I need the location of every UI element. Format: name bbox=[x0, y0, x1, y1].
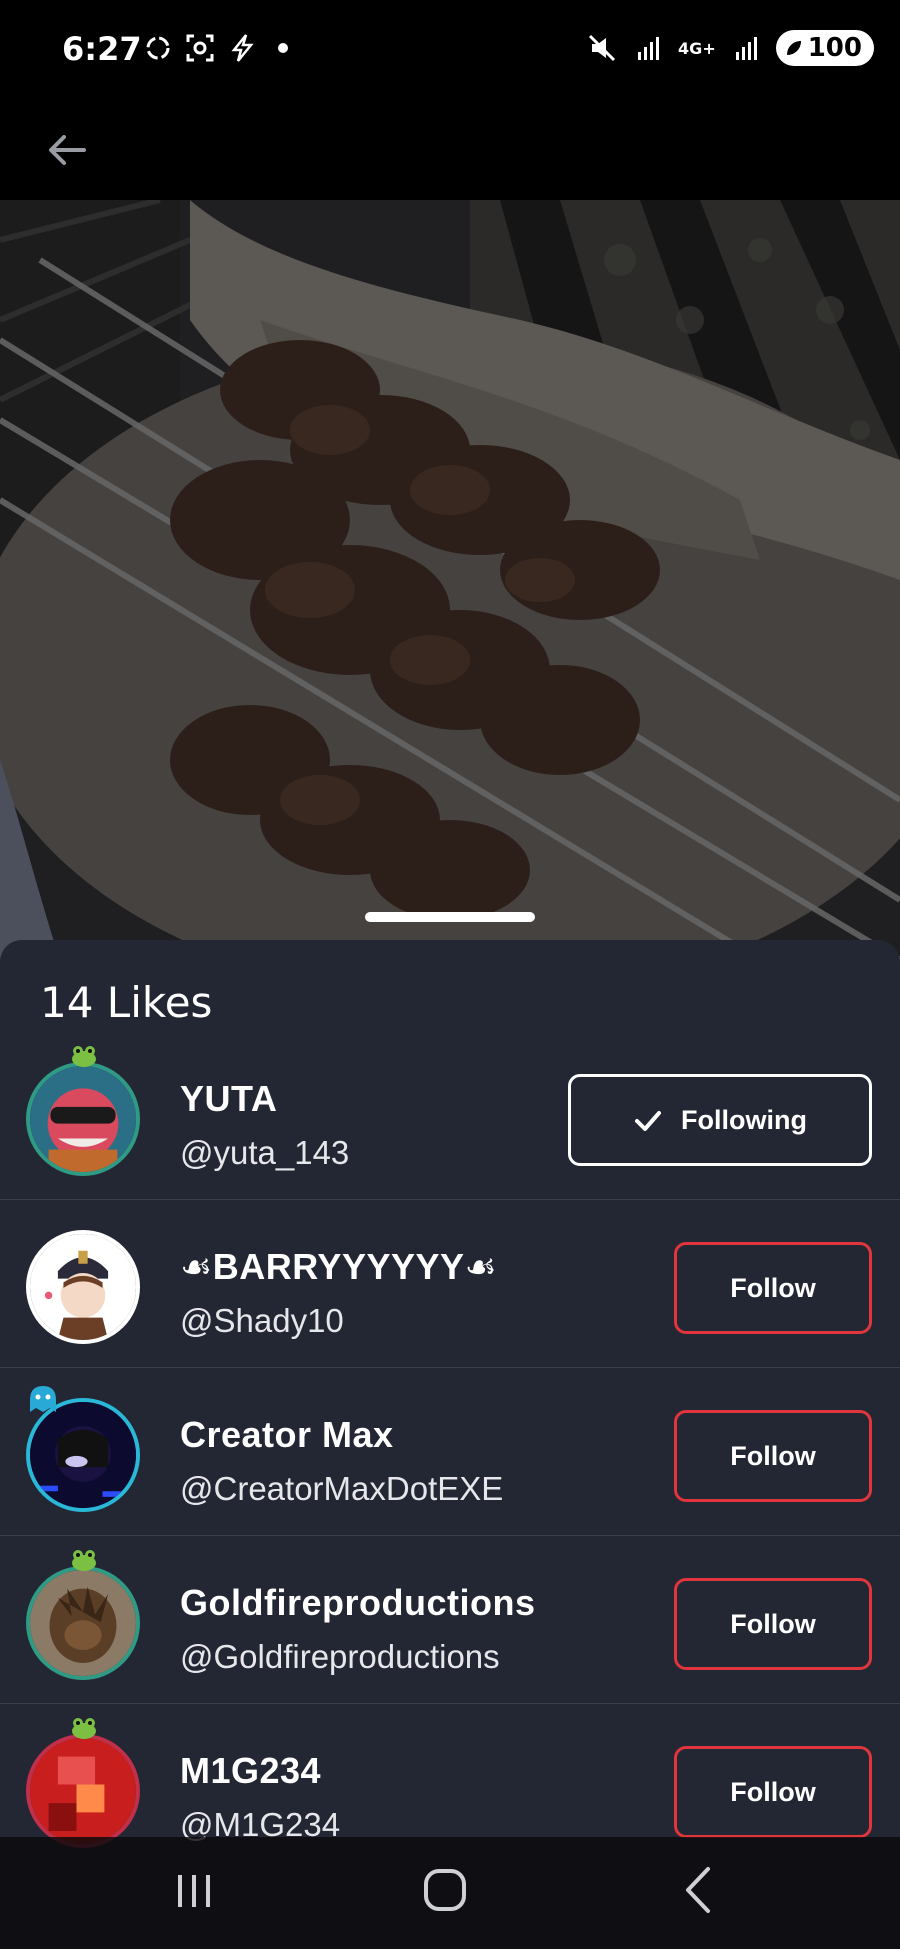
battery-indicator: 100 bbox=[775, 30, 874, 66]
display-name: Goldfireproductions bbox=[180, 1582, 536, 1623]
screen: 6:27 4G+ 100 14 Likes YUTA @yuta_143 Fol… bbox=[0, 0, 900, 1949]
notification-dot bbox=[278, 43, 288, 53]
kebab-photo bbox=[0, 200, 900, 960]
signal-icon-2 bbox=[735, 37, 757, 60]
sync-icon bbox=[146, 36, 170, 60]
user-row[interactable]: ☙BARRYYYYYY☙ @Shady10 Follow bbox=[0, 1200, 900, 1368]
user-handle: @yuta_143 bbox=[180, 1134, 350, 1171]
display-name: M1G234 bbox=[180, 1750, 322, 1791]
following-button[interactable]: Following bbox=[568, 1074, 872, 1166]
user-handle: @Shady10 bbox=[180, 1302, 344, 1339]
display-name: Creator Max bbox=[180, 1414, 394, 1455]
status-bar: 6:27 4G+ 100 bbox=[0, 0, 900, 100]
signal-icon bbox=[638, 37, 660, 60]
follow-button[interactable]: Follow bbox=[674, 1242, 872, 1334]
display-name: ☙BARRYYYYYY☙ bbox=[180, 1246, 498, 1287]
user-row[interactable]: Goldfireproductions @Goldfireproductions… bbox=[0, 1536, 900, 1704]
frog-badge-icon bbox=[72, 1046, 96, 1067]
flash-icon bbox=[231, 34, 254, 62]
recents-icon[interactable] bbox=[172, 1871, 216, 1911]
follow-button-label: Follow bbox=[730, 1608, 816, 1639]
avatar-image bbox=[30, 1066, 136, 1172]
battery-leaf-icon bbox=[786, 41, 801, 55]
avatar-image bbox=[30, 1738, 136, 1844]
top-bar bbox=[0, 100, 900, 200]
post-photo bbox=[0, 200, 900, 960]
follow-button[interactable]: Follow bbox=[674, 1578, 872, 1670]
likes-title: 14 Likes bbox=[40, 978, 213, 1027]
likes-sheet: 14 Likes YUTA @yuta_143 Following ☙BARRY… bbox=[0, 940, 900, 1949]
home-icon[interactable] bbox=[422, 1867, 468, 1913]
screenshot-icon bbox=[186, 34, 214, 62]
avatar[interactable] bbox=[26, 1062, 140, 1176]
follow-button-label: Follow bbox=[730, 1272, 816, 1303]
network-type: 4G+ bbox=[678, 38, 716, 58]
user-row[interactable]: Creator Max @CreatorMaxDotEXE Follow bbox=[0, 1368, 900, 1536]
user-handle: @CreatorMaxDotEXE bbox=[180, 1470, 504, 1507]
follow-button-label: Follow bbox=[730, 1440, 816, 1471]
following-button-label: Following bbox=[681, 1104, 807, 1135]
follow-button[interactable]: Follow bbox=[674, 1746, 872, 1838]
ghost-badge-icon bbox=[30, 1386, 56, 1412]
user-handle: @Goldfireproductions bbox=[180, 1638, 500, 1675]
mute-icon bbox=[588, 34, 616, 62]
frog-badge-icon bbox=[72, 1718, 96, 1739]
avatar[interactable] bbox=[26, 1230, 140, 1344]
avatar-image bbox=[30, 1234, 136, 1340]
avatar-image bbox=[30, 1402, 136, 1508]
follow-button-label: Follow bbox=[730, 1776, 816, 1807]
avatar[interactable] bbox=[26, 1734, 140, 1848]
avatar[interactable] bbox=[26, 1566, 140, 1680]
system-nav-bar bbox=[0, 1837, 900, 1949]
check-icon bbox=[635, 1111, 661, 1131]
nav-back-icon[interactable] bbox=[680, 1865, 716, 1915]
sheet-drag-handle[interactable] bbox=[365, 912, 535, 922]
status-icons-right: 4G+ 100 bbox=[586, 30, 874, 66]
avatar[interactable] bbox=[26, 1398, 140, 1512]
display-name: YUTA bbox=[180, 1078, 278, 1119]
frog-badge-icon bbox=[72, 1550, 96, 1571]
user-row[interactable]: YUTA @yuta_143 Following bbox=[0, 1032, 900, 1200]
status-icons-left bbox=[142, 32, 288, 64]
follow-button[interactable]: Follow bbox=[674, 1410, 872, 1502]
avatar-image bbox=[30, 1570, 136, 1676]
battery-level: 100 bbox=[807, 33, 862, 63]
status-time: 6:27 bbox=[62, 30, 142, 68]
arrow-left-icon[interactable] bbox=[44, 128, 88, 172]
